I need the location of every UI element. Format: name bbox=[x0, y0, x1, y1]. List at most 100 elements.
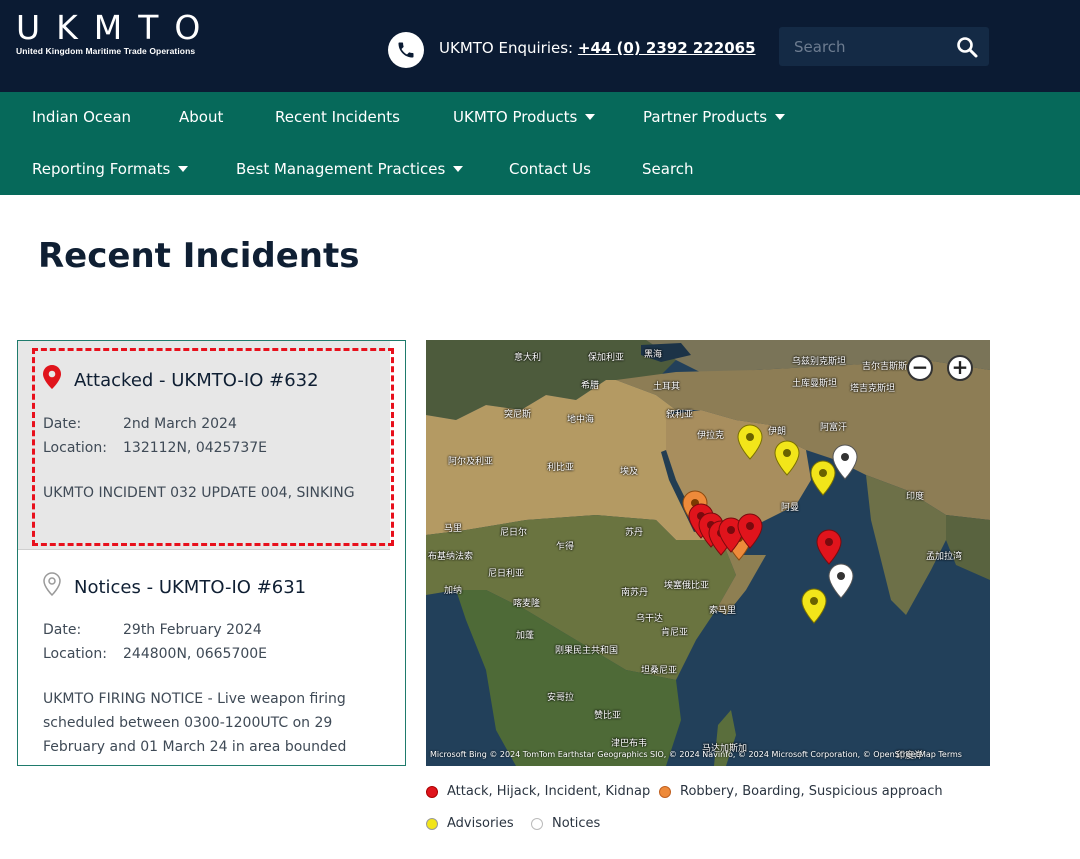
zoom-in-button[interactable]: + bbox=[947, 355, 973, 381]
map-label: 苏丹 bbox=[625, 528, 644, 538]
nav-item-best-management-practices[interactable]: Best Management Practices bbox=[236, 160, 464, 178]
incident-description: UKMTO INCIDENT 032 UPDATE 004, SINKING bbox=[43, 485, 355, 501]
map-label: 加蓬 bbox=[516, 631, 535, 641]
legend-label: Robbery, Boarding, Suspicious approach bbox=[680, 784, 943, 799]
chevron-down-icon bbox=[775, 114, 786, 120]
nav-item-partner-products[interactable]: Partner Products bbox=[643, 108, 786, 126]
incident-title[interactable]: Notices - UKMTO-IO #631 bbox=[74, 577, 306, 598]
nav-label: Indian Ocean bbox=[32, 108, 132, 126]
map-pin-icon bbox=[43, 572, 61, 600]
notice-marker-icon[interactable] bbox=[832, 444, 858, 480]
map-label: 塔吉克斯坦 bbox=[850, 384, 896, 394]
legend-label: Advisories bbox=[447, 816, 514, 831]
map-label: 保加利亚 bbox=[588, 353, 625, 363]
enquiries: UKMTO Enquiries: +44 (0) 2392 222065 bbox=[439, 39, 756, 57]
nav-label: Partner Products bbox=[643, 108, 768, 126]
map-label: 印度 bbox=[906, 492, 925, 502]
map-label: 土库曼斯坦 bbox=[792, 379, 838, 389]
nav-item-recent-incidents[interactable]: Recent Incidents bbox=[275, 108, 400, 126]
map-label: 伊朗 bbox=[768, 427, 787, 437]
map-label: 乍得 bbox=[556, 542, 575, 552]
incident-title[interactable]: Attacked - UKMTO-IO #632 bbox=[74, 370, 319, 391]
advisory-marker-icon[interactable] bbox=[737, 424, 763, 460]
map-label: 地中海 bbox=[567, 415, 595, 425]
incident-card[interactable]: Notices - UKMTO-IO #631 Date: 29th Febru… bbox=[18, 550, 390, 765]
map-label: 土耳其 bbox=[653, 382, 681, 392]
map-label: 叙利亚 bbox=[666, 410, 694, 420]
map-label: 利比亚 bbox=[547, 463, 575, 473]
header-search bbox=[779, 27, 989, 66]
incident-map[interactable]: 意大利 保加利亚 黑海 乌兹别克斯坦 吉尔吉斯斯 希腊 土耳其 土库曼斯坦 塔吉… bbox=[426, 340, 990, 766]
map-label: 阿富汗 bbox=[820, 423, 848, 433]
legend-item-attack: Attack, Hijack, Incident, Kidnap bbox=[426, 784, 650, 799]
location-label: Location: bbox=[43, 646, 107, 662]
enquiries-phone-link[interactable]: +44 (0) 2392 222065 bbox=[578, 39, 756, 57]
map-label: 埃塞俄比亚 bbox=[664, 581, 710, 591]
legend-item-advisories: Advisories bbox=[426, 816, 514, 831]
location-value: 132112N, 0425737E bbox=[123, 440, 268, 456]
legend-dot bbox=[426, 817, 438, 830]
map-label: 马里 bbox=[444, 524, 463, 534]
advisory-marker-icon[interactable] bbox=[801, 588, 827, 624]
attack-marker-icon[interactable] bbox=[816, 529, 842, 565]
incident-card-selected[interactable]: Attacked - UKMTO-IO #632 Date: 2nd March… bbox=[18, 341, 390, 550]
map-label: 阿尔及利亚 bbox=[448, 457, 494, 467]
map-label: 肯尼亚 bbox=[661, 628, 689, 638]
main-nav: Indian Ocean About Recent Incidents UKMT… bbox=[0, 92, 1080, 195]
location-label: Location: bbox=[43, 440, 107, 456]
search-icon[interactable] bbox=[955, 35, 979, 59]
incident-list[interactable]: Attacked - UKMTO-IO #632 Date: 2nd March… bbox=[17, 340, 406, 766]
map-label: 坦桑尼亚 bbox=[641, 666, 678, 676]
logo-subtext: United Kingdom Maritime Trade Operations bbox=[16, 46, 196, 56]
search-input[interactable] bbox=[779, 27, 949, 66]
map-label: 乌干达 bbox=[636, 614, 664, 624]
nav-item-indian-ocean[interactable]: Indian Ocean bbox=[32, 108, 131, 126]
attack-marker-icon[interactable] bbox=[737, 513, 763, 549]
location-value: 244800N, 0665700E bbox=[123, 646, 268, 662]
legend-label: Notices bbox=[552, 816, 601, 831]
nav-item-reporting-formats[interactable]: Reporting Formats bbox=[32, 160, 189, 178]
legend-item-robbery: Robbery, Boarding, Suspicious approach bbox=[659, 784, 943, 799]
map-label: 乌兹别克斯坦 bbox=[792, 357, 847, 367]
phone-icon bbox=[388, 32, 424, 68]
map-label: 加纳 bbox=[444, 586, 463, 596]
nav-label: About bbox=[179, 108, 224, 126]
nav-label: Search bbox=[642, 160, 694, 178]
incident-description: UKMTO FIRING NOTICE - Live weapon firing… bbox=[43, 691, 347, 755]
date-label: Date: bbox=[43, 622, 82, 638]
map-pin-icon bbox=[43, 365, 61, 393]
nav-label: Best Management Practices bbox=[236, 160, 446, 178]
map-copyright[interactable]: Microsoft Bing © 2024 TomTom Earthstar G… bbox=[430, 750, 962, 759]
legend-dot bbox=[659, 785, 671, 798]
nav-item-search[interactable]: Search bbox=[642, 160, 694, 178]
map-label: 布基纳法索 bbox=[428, 552, 474, 562]
nav-label: Recent Incidents bbox=[275, 108, 400, 126]
legend-item-notices: Notices bbox=[531, 816, 600, 831]
date-label: Date: bbox=[43, 416, 82, 432]
map-label: 刚果民主共和国 bbox=[555, 646, 619, 656]
ukmto-logo[interactable]: UKMTO United Kingdom Maritime Trade Oper… bbox=[16, 8, 217, 57]
map-label: 吉尔吉斯斯 bbox=[862, 362, 908, 372]
logo-text: UKMTO bbox=[16, 8, 217, 47]
enquiries-label: UKMTO Enquiries: bbox=[439, 39, 574, 57]
nav-label: UKMTO Products bbox=[453, 108, 578, 126]
chevron-down-icon bbox=[178, 166, 189, 172]
advisory-marker-icon[interactable] bbox=[774, 440, 800, 476]
map-label: 阿曼 bbox=[781, 503, 800, 513]
map-label: 希腊 bbox=[581, 381, 600, 391]
map-label: 津巴布韦 bbox=[611, 739, 648, 749]
map-label: 南苏丹 bbox=[621, 588, 649, 598]
nav-item-ukmto-products[interactable]: UKMTO Products bbox=[453, 108, 596, 126]
notice-marker-icon[interactable] bbox=[828, 563, 854, 599]
date-value: 29th February 2024 bbox=[123, 622, 262, 638]
nav-item-about[interactable]: About bbox=[179, 108, 223, 126]
map-label: 意大利 bbox=[514, 353, 542, 363]
page-title: Recent Incidents bbox=[38, 236, 360, 276]
map-label: 赞比亚 bbox=[594, 711, 622, 721]
zoom-out-button[interactable]: − bbox=[907, 355, 933, 381]
map-label: 索马里 bbox=[709, 606, 737, 616]
nav-label: Reporting Formats bbox=[32, 160, 171, 178]
map-label: 安哥拉 bbox=[547, 693, 575, 703]
map-label: 孟加拉湾 bbox=[926, 552, 963, 562]
nav-item-contact-us[interactable]: Contact Us bbox=[509, 160, 591, 178]
